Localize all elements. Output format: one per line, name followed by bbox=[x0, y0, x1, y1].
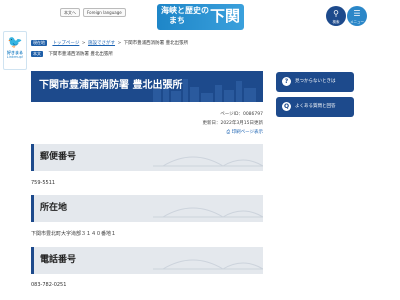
menu-caption: メニュー bbox=[350, 20, 364, 24]
breadcrumb-facilities[interactable]: 施設でさがす bbox=[88, 41, 115, 46]
faq-label: よくある質問と回答 bbox=[295, 104, 336, 109]
body-label-row: 本文 下関市豊浦西消防署 豊北出張所 bbox=[31, 50, 113, 59]
logo-line1: 海峡と歴史の bbox=[161, 6, 209, 15]
phone-value: 083-782-0251 bbox=[31, 282, 67, 288]
printer-icon: ⎙ bbox=[226, 130, 231, 135]
page-title: 下関市豊浦西消防署 豊北出張所 bbox=[39, 80, 183, 91]
site-header: 本文へ Foreign language 海峡と歴史の まち 下関 ⚲ 検索 ☰… bbox=[0, 0, 400, 30]
current-location-tag: 現在地 bbox=[31, 39, 47, 46]
faq-button[interactable]: Q よくある質問と回答 bbox=[276, 97, 354, 117]
section-accent-bar bbox=[31, 144, 34, 171]
print-link[interactable]: ⎙ 印刷ページ表示 bbox=[227, 130, 263, 136]
updated-date: 更新日：2022年3月15日更新 bbox=[202, 121, 263, 126]
magnifier-icon: ? bbox=[282, 77, 291, 86]
search-caption: 検索 bbox=[332, 20, 340, 24]
breadcrumb-current: 下関市豊浦西消防署 豊北出張所 bbox=[123, 41, 189, 46]
bridge-decoration bbox=[153, 156, 263, 167]
menu-button[interactable]: ☰ メニュー bbox=[347, 6, 367, 26]
address-value: 下関市豊北町大字滝部３１４０番地１ bbox=[31, 231, 117, 237]
section-phone: 電話番号 bbox=[31, 247, 263, 274]
breadcrumb-separator: > bbox=[117, 41, 122, 46]
breadcrumb-separator: > bbox=[81, 41, 86, 46]
logo-line2: まち bbox=[169, 16, 185, 25]
section-heading: 郵便番号 bbox=[40, 152, 77, 162]
skip-to-content-link[interactable]: 本文へ bbox=[60, 8, 80, 17]
section-accent-bar bbox=[31, 195, 34, 222]
not-found-button[interactable]: ? 見つからないときは bbox=[276, 72, 354, 92]
section-heading: 電話番号 bbox=[40, 255, 77, 265]
section-postal-code: 郵便番号 bbox=[31, 144, 263, 171]
search-icon: ⚲ bbox=[333, 9, 339, 18]
section-address: 所在地 bbox=[31, 195, 263, 222]
bridge-decoration bbox=[153, 259, 263, 270]
menu-icon: ☰ bbox=[353, 9, 361, 18]
not-found-label: 見つからないときは bbox=[295, 79, 336, 84]
question-icon: Q bbox=[282, 102, 291, 111]
logo-line3: 下関 bbox=[210, 7, 241, 25]
body-tag: 本文 bbox=[31, 50, 43, 57]
badge-subtitle: Linkmup! bbox=[6, 55, 24, 59]
section-accent-bar bbox=[31, 247, 34, 274]
site-logo[interactable]: 海峡と歴史の まち 下関 bbox=[157, 4, 244, 30]
breadcrumb: 現在地 トップページ > 施設でさがす > 下関市豊浦西消防署 豊北出張所 bbox=[31, 39, 188, 48]
mascot-badge[interactable]: 🐦 好きまる Linkmup! bbox=[3, 31, 27, 70]
bridge-decoration bbox=[153, 207, 263, 218]
breadcrumb-home[interactable]: トップページ bbox=[52, 41, 79, 46]
section-heading: 所在地 bbox=[40, 203, 68, 213]
search-button[interactable]: ⚲ 検索 bbox=[326, 6, 346, 26]
print-label: 印刷ページ表示 bbox=[231, 130, 263, 135]
page-title-banner: 下関市豊浦西消防署 豊北出張所 bbox=[31, 71, 263, 102]
page-id: ページID：0086797 bbox=[220, 112, 263, 117]
bird-icon: 🐦 bbox=[7, 35, 23, 49]
body-current-title: 下関市豊浦西消防署 豊北出張所 bbox=[48, 52, 113, 57]
foreign-language-link[interactable]: Foreign language bbox=[83, 8, 126, 17]
postal-code-value: 759-5511 bbox=[31, 180, 56, 186]
